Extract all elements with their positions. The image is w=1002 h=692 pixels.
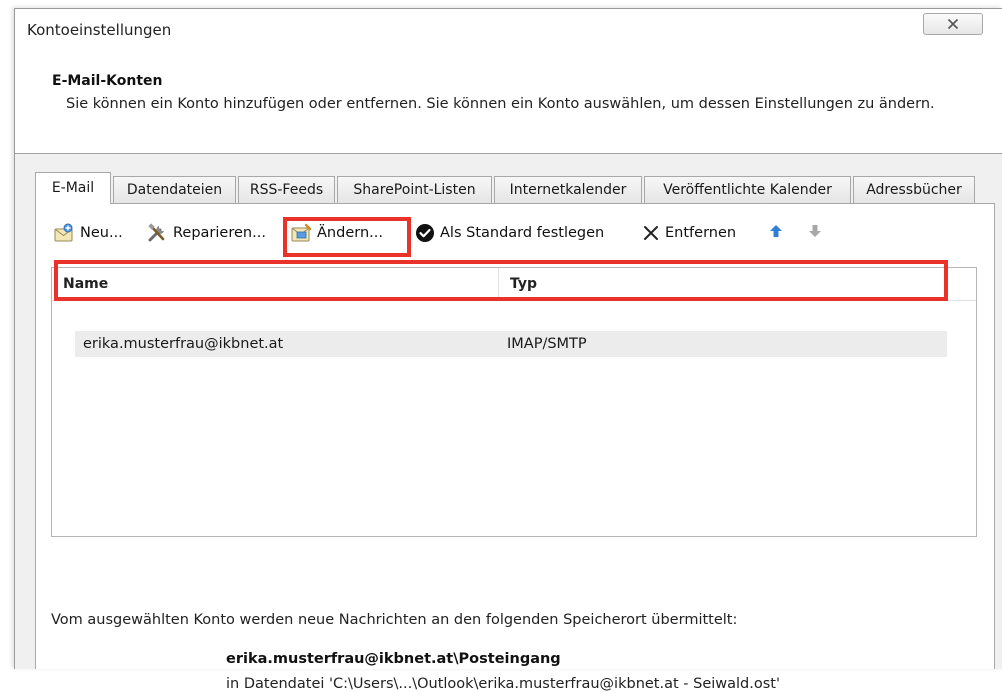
remove-button[interactable]: Entfernen xyxy=(642,220,736,246)
repair-label: Reparieren... xyxy=(173,225,266,241)
dialog-header: E-Mail-Konten Sie können ein Konto hinzu… xyxy=(15,49,1002,154)
tab-published-calendars[interactable]: Veröffentlichte Kalender xyxy=(644,176,851,203)
tab-address-books[interactable]: Adressbücher xyxy=(853,176,975,203)
move-down-button[interactable] xyxy=(808,220,822,246)
close-x-icon xyxy=(947,15,959,34)
tab-sharepoint-lists[interactable]: SharePoint-Listen xyxy=(337,176,492,203)
change-button-highlight xyxy=(283,217,411,257)
remove-x-icon xyxy=(642,224,660,242)
account-row[interactable]: erika.musterfrau@ikbnet.at IMAP/SMTP xyxy=(75,331,947,357)
account-list: Name Typ erika.musterfrau@ikbnet.at IMAP… xyxy=(51,267,977,537)
email-tab-panel: Neu... Reparieren... Ändern... Als Stand… xyxy=(35,203,995,692)
delivery-data-file: in Datendatei 'C:\Users\...\Outlook\erik… xyxy=(226,676,780,692)
dialog-body: E-Mail Datendateien RSS-Feeds SharePoint… xyxy=(15,154,1002,692)
repair-tools-icon xyxy=(146,223,168,243)
arrow-down-icon xyxy=(808,224,822,242)
new-account-label: Neu... xyxy=(80,225,123,241)
account-settings-window: Kontoeinstellungen E-Mail-Konten Sie kön… xyxy=(14,8,1002,692)
set-default-button[interactable]: Als Standard festlegen xyxy=(415,220,604,246)
checkmark-icon xyxy=(415,223,435,243)
account-row-highlight xyxy=(54,260,948,301)
close-button[interactable] xyxy=(923,13,983,35)
move-up-button[interactable] xyxy=(769,220,783,246)
window-title: Kontoeinstellungen xyxy=(27,21,172,39)
tab-email[interactable]: E-Mail xyxy=(35,172,111,204)
account-name: erika.musterfrau@ikbnet.at xyxy=(83,336,284,352)
section-title: E-Mail-Konten xyxy=(52,73,163,89)
delivery-info-text: Vom ausgewählten Konto werden neue Nachr… xyxy=(51,612,738,628)
account-type: IMAP/SMTP xyxy=(507,336,587,352)
tab-internet-calendars[interactable]: Internetkalender xyxy=(494,176,642,203)
tab-rss-feeds[interactable]: RSS-Feeds xyxy=(238,176,335,203)
title-bar: Kontoeinstellungen xyxy=(15,9,1002,49)
arrow-up-icon xyxy=(769,224,783,242)
new-account-button[interactable]: Neu... xyxy=(53,220,123,246)
section-description: Sie können ein Konto hinzufügen oder ent… xyxy=(66,96,935,112)
repair-button[interactable]: Reparieren... xyxy=(146,220,266,246)
delivery-location: erika.musterfrau@ikbnet.at\Posteingang xyxy=(226,651,561,667)
set-default-label: Als Standard festlegen xyxy=(440,225,605,241)
new-account-icon xyxy=(53,223,75,243)
tab-data-files[interactable]: Datendateien xyxy=(113,176,236,203)
remove-label: Entfernen xyxy=(665,225,737,241)
